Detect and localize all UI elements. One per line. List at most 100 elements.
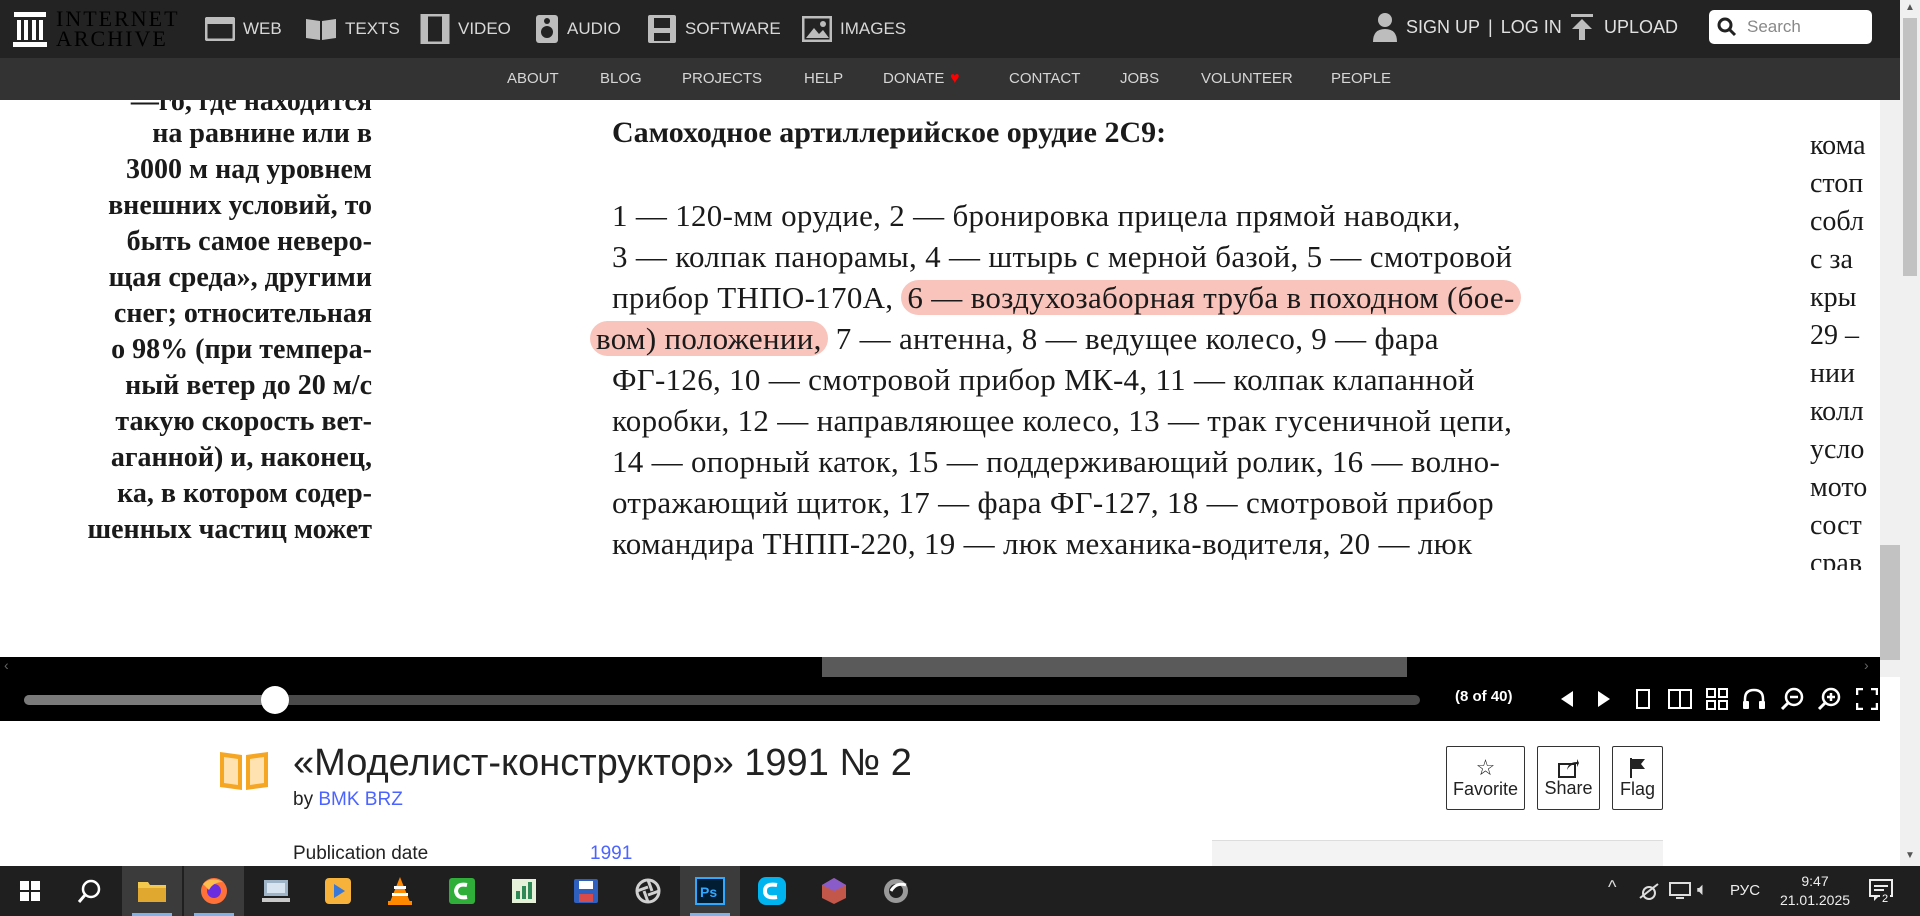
search-input[interactable]: [1745, 16, 1869, 38]
fullscreen-button[interactable]: [1850, 682, 1884, 716]
taskbar-app-3[interactable]: [246, 866, 306, 916]
language-indicator[interactable]: РУС: [1730, 882, 1760, 899]
body-line: коробки, 12 — направляющее колесо, 13 — …: [612, 400, 1521, 441]
right-page-line: колл: [1810, 396, 1864, 427]
page-scroll-thumb[interactable]: [1903, 18, 1917, 276]
right-page-line: сост: [1810, 510, 1862, 541]
previous-page-button[interactable]: [1550, 682, 1584, 716]
body-text: ФГ-126, 10 — смотровой прибор МК-4, 11 —…: [612, 362, 1475, 397]
search-inside-button[interactable]: [8, 113, 44, 149]
search-box[interactable]: [1709, 10, 1872, 44]
zoom-in-icon: [1817, 687, 1841, 711]
headphones-icon: [1743, 688, 1765, 709]
taskbar-app-12[interactable]: [804, 866, 864, 916]
right-page-line: 29 –: [1810, 320, 1859, 351]
taskbar-app-8[interactable]: [556, 866, 616, 916]
upload-button[interactable]: UPLOAD: [1570, 0, 1678, 54]
sub-nav-people[interactable]: PEOPLE: [1331, 58, 1391, 100]
scroll-right-icon[interactable]: ›: [1864, 657, 1869, 673]
viewer-scroll-thumb[interactable]: [1880, 545, 1900, 660]
publication-date-value[interactable]: 1991: [590, 843, 632, 865]
thumbnail-view-button[interactable]: [1700, 682, 1734, 716]
upload-label: UPLOAD: [1604, 16, 1679, 37]
nav-audio[interactable]: AUDIO: [535, 0, 621, 58]
nav-images-label: IMAGES: [840, 19, 907, 38]
two-page-view-button[interactable]: [1663, 682, 1697, 716]
scroll-up-icon[interactable]: ▲: [1905, 2, 1915, 13]
body-text: командира ТНПП-220, 19 — люк механика-во…: [612, 526, 1473, 561]
star-icon: ☆: [1475, 754, 1496, 780]
internet-archive-logo[interactable]: INTERNET ARCHIVE: [12, 6, 180, 52]
read-aloud-button[interactable]: [1737, 682, 1771, 716]
sub-nav-donate[interactable]: DONATE: [883, 58, 944, 100]
sub-nav-contact[interactable]: CONTACT: [1009, 58, 1080, 100]
page-heading: Самоходное артиллерийское орудие 2С9:: [612, 116, 1167, 149]
taskbar-app-13[interactable]: [866, 866, 926, 916]
display-icon[interactable]: [1668, 881, 1692, 901]
next-page-button[interactable]: [1587, 682, 1621, 716]
right-page-line: усло: [1810, 434, 1865, 465]
body-line: вом) положении, 7 — антенна, 8 — ведущее…: [590, 318, 1521, 359]
archive-building-icon: [13, 12, 47, 47]
chevron-up-icon[interactable]: ^: [1608, 877, 1616, 898]
body-line: прибор ТНПО-170А, 6 — воздухозаборная тр…: [612, 277, 1521, 318]
taskbar-file-explorer[interactable]: [122, 866, 182, 916]
sign-up-link[interactable]: SIGN UP: [1406, 17, 1480, 38]
clock[interactable]: 9:47 21.01.2025: [1775, 872, 1855, 910]
page-slider-fill: [24, 695, 276, 705]
zoom-out-button[interactable]: [1775, 682, 1809, 716]
web-icon: [205, 17, 235, 41]
taskbar-search-button[interactable]: [60, 866, 120, 916]
favorite-button[interactable]: ☆ Favorite: [1446, 746, 1525, 810]
taskbar-app-6[interactable]: [432, 866, 492, 916]
user-icon: [1373, 13, 1397, 42]
page-slider-track[interactable]: [24, 695, 1420, 705]
share-button[interactable]: Share: [1537, 746, 1600, 810]
arrow-right-icon: [1598, 691, 1610, 707]
sub-nav-jobs[interactable]: JOBS: [1120, 58, 1159, 100]
firefox-icon: [201, 878, 227, 904]
horizontal-scrollbar[interactable]: ‹ ›: [0, 657, 1880, 677]
left-page-line: о 98% (при темпера-: [111, 334, 372, 365]
taskbar-vlc[interactable]: [370, 866, 430, 916]
nav-texts[interactable]: TEXTS: [305, 0, 400, 58]
scroll-left-icon[interactable]: ‹: [4, 657, 9, 673]
network-icon[interactable]: [1638, 880, 1660, 902]
horizontal-scroll-thumb[interactable]: [822, 657, 1407, 677]
taskbar-app-7[interactable]: [494, 866, 554, 916]
taskbar-firefox[interactable]: [184, 866, 244, 916]
highlighted-text[interactable]: вом) положении,: [590, 321, 828, 356]
nav-software[interactable]: SOFTWARE: [647, 0, 781, 58]
taskbar-photoshop[interactable]: Ps: [680, 866, 740, 916]
sub-nav-help[interactable]: HELP: [804, 58, 843, 100]
nav-images[interactable]: IMAGES: [802, 0, 906, 58]
body-text: отражающий щиток, 17 — фара ФГ-127, 18 —…: [612, 485, 1494, 520]
start-button[interactable]: [0, 866, 60, 916]
zoom-in-button[interactable]: [1812, 682, 1846, 716]
media-player-icon: [325, 878, 351, 904]
sub-nav-about[interactable]: ABOUT: [507, 58, 559, 100]
nav-audio-label: AUDIO: [567, 19, 621, 38]
body-text: 1 — 120-мм орудие, 2 — бронировка прицел…: [612, 198, 1461, 233]
nav-video[interactable]: VIDEO: [420, 0, 511, 58]
scroll-down-icon[interactable]: ▼: [1905, 850, 1915, 861]
texts-icon: [306, 19, 336, 40]
sub-nav-volunteer[interactable]: VOLUNTEER: [1201, 58, 1293, 100]
one-page-view-button[interactable]: [1626, 682, 1660, 716]
highlighted-text[interactable]: 6 — воздухозаборная труба в походном (бо…: [901, 280, 1521, 315]
viewer-vertical-scrollbar[interactable]: [1880, 100, 1900, 677]
author-link[interactable]: BMK BRZ: [318, 789, 402, 810]
cyan-c-icon: [758, 877, 786, 905]
log-in-link[interactable]: LOG IN: [1501, 17, 1562, 38]
taskbar-app-9[interactable]: [618, 866, 678, 916]
more-options-button[interactable]: [8, 167, 44, 203]
taskbar-app-11[interactable]: [742, 866, 802, 916]
flag-button[interactable]: Flag: [1612, 746, 1663, 810]
volume-icon[interactable]: 🔈︎: [1697, 879, 1708, 900]
sub-nav-blog[interactable]: BLOG: [600, 58, 642, 100]
svg-text:Ps: Ps: [700, 884, 717, 900]
nav-web[interactable]: WEB: [205, 0, 282, 58]
sub-nav-projects[interactable]: PROJECTS: [682, 58, 762, 100]
taskbar-app-4[interactable]: [308, 866, 368, 916]
page-vertical-scrollbar[interactable]: ▲ ▼: [1900, 0, 1920, 866]
